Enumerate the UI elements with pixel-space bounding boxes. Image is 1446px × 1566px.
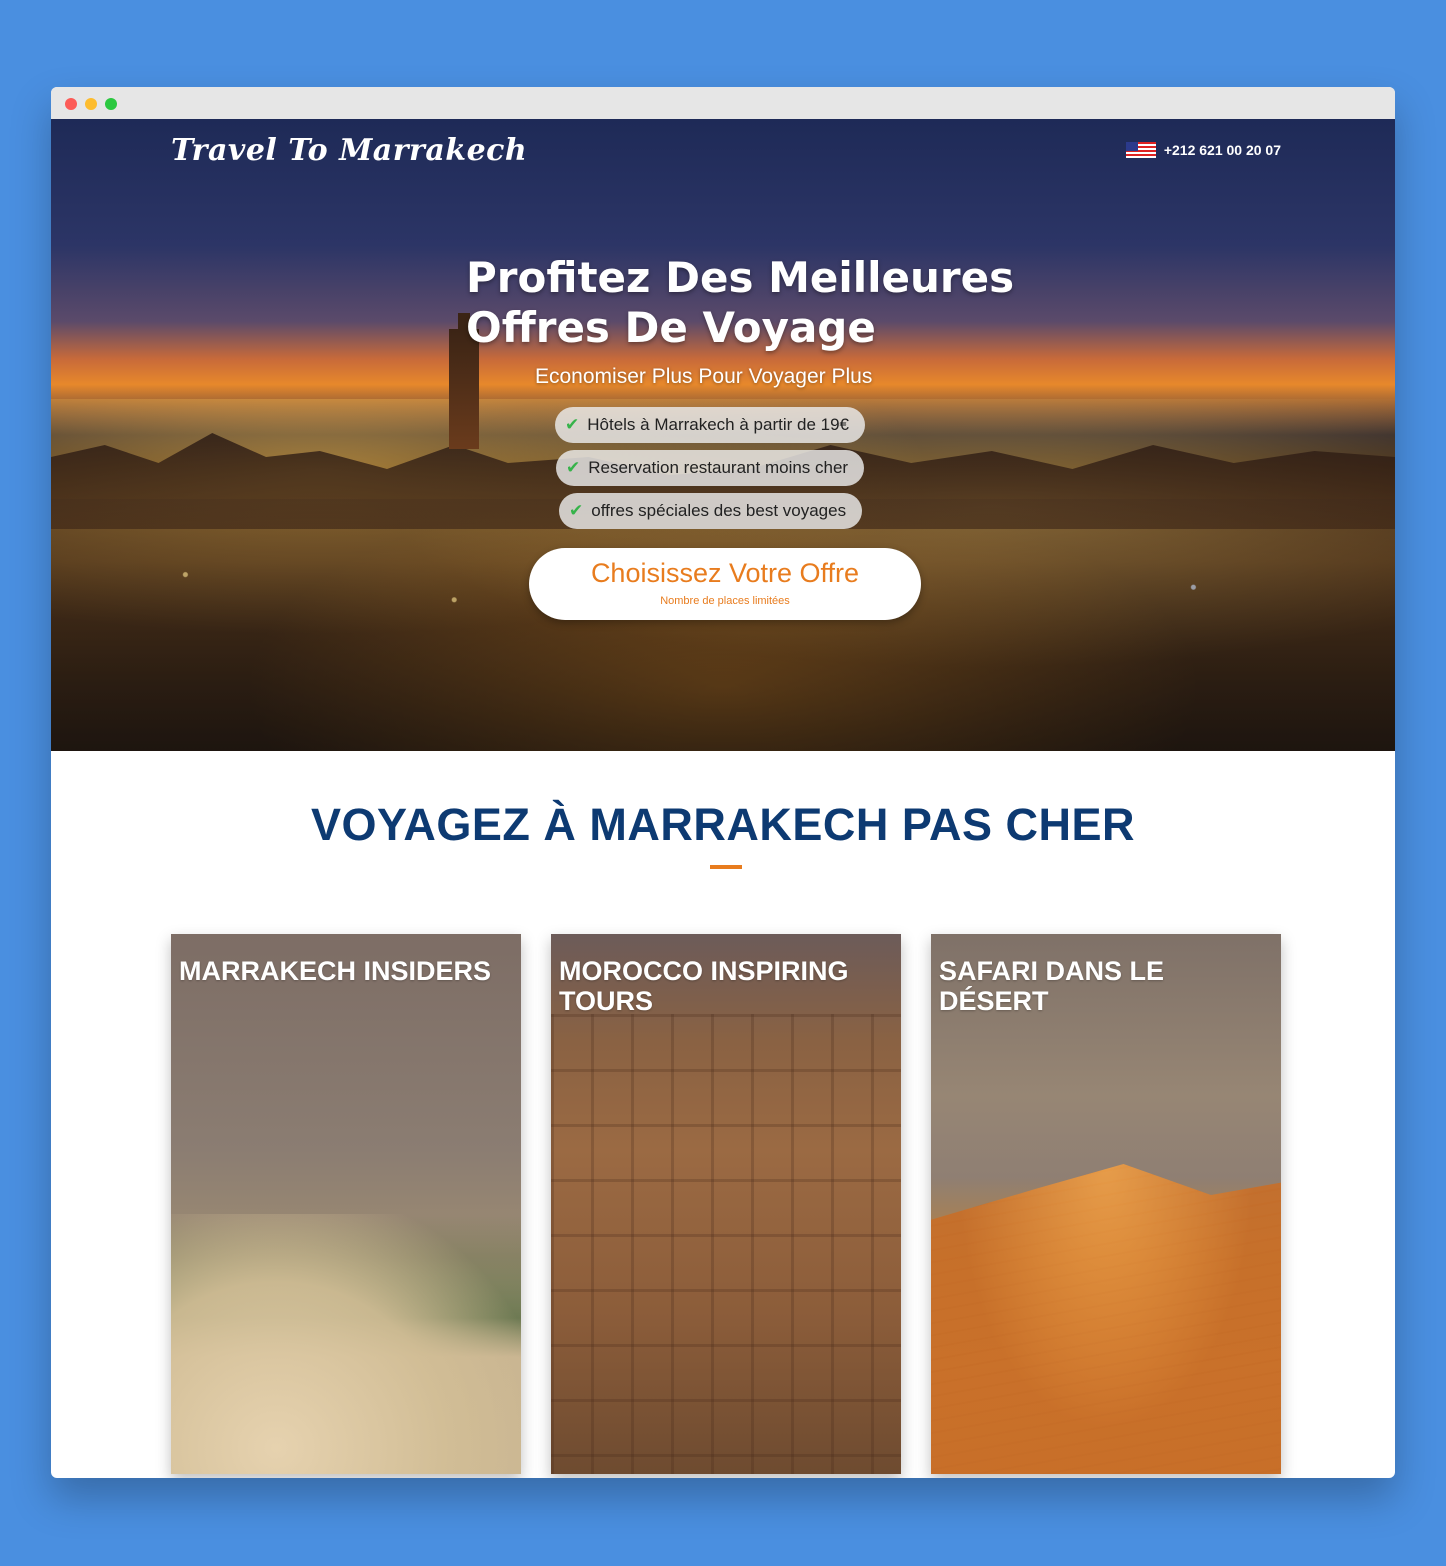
tour-card-safari-desert[interactable]: SAFARI DANS LE DÉSERT <box>931 934 1281 1474</box>
card-image <box>931 1164 1281 1474</box>
cta-note: Nombre de places limitées <box>660 595 790 607</box>
card-title: MOROCCO INSPIRING TOURS <box>559 956 849 1016</box>
browser-window: Travel To Marrakech +212 621 00 20 07 Pr… <box>51 87 1395 1478</box>
card-title: MARRAKECH INSIDERS <box>179 956 492 986</box>
section-title: VOYAGEZ À MARRAKECH PAS CHER <box>310 799 1136 850</box>
cta-label: Choisissez Votre Offre <box>590 558 860 588</box>
check-icon: ✔ <box>569 501 584 520</box>
market-scene <box>51 499 1395 751</box>
feature-pill: ✔ offres spéciales des best voyages <box>559 493 863 529</box>
card-image <box>171 1214 521 1474</box>
phone-contact[interactable]: +212 621 00 20 07 <box>1125 142 1281 158</box>
close-window-icon[interactable] <box>65 98 77 110</box>
hero-subtitle: Economiser Plus Pour Voyager Plus <box>535 365 873 388</box>
tour-card-marrakech-insiders[interactable]: MARRAKECH INSIDERS <box>171 934 521 1474</box>
site-logo[interactable]: Travel To Marrakech <box>171 133 527 168</box>
minimize-window-icon[interactable] <box>85 98 97 110</box>
feature-label: Reservation restaurant moins cher <box>588 458 849 477</box>
card-title: SAFARI DANS LE DÉSERT <box>939 956 1165 1016</box>
feature-label: offres spéciales des best voyages <box>591 501 847 520</box>
phone-number: +212 621 00 20 07 <box>1163 142 1281 158</box>
hero-title-line1: Profitez Des Meilleures <box>466 253 1015 302</box>
hero-banner: Travel To Marrakech +212 621 00 20 07 Pr… <box>51 119 1395 751</box>
feature-pill: ✔ Reservation restaurant moins cher <box>556 450 865 486</box>
window-titlebar <box>51 87 1395 119</box>
tour-card-morocco-inspiring[interactable]: MOROCCO INSPIRING TOURS <box>551 934 901 1474</box>
card-image <box>551 1014 901 1474</box>
feature-label: Hôtels à Marrakech à partir de 19€ <box>587 415 849 434</box>
hero-title: Profitez Des Meilleures Offres De Voyage <box>466 253 1014 353</box>
maximize-window-icon[interactable] <box>105 98 117 110</box>
hero-title-line2: Offres De Voyage <box>466 303 876 352</box>
check-icon: ✔ <box>566 458 581 477</box>
section-divider <box>710 865 742 869</box>
us-flag-icon <box>1125 142 1156 158</box>
feature-pill: ✔ Hôtels à Marrakech à partir de 19€ <box>555 407 865 443</box>
choose-offer-button[interactable]: Choisissez Votre Offre Nombre de places … <box>529 548 921 620</box>
check-icon: ✔ <box>565 415 580 434</box>
